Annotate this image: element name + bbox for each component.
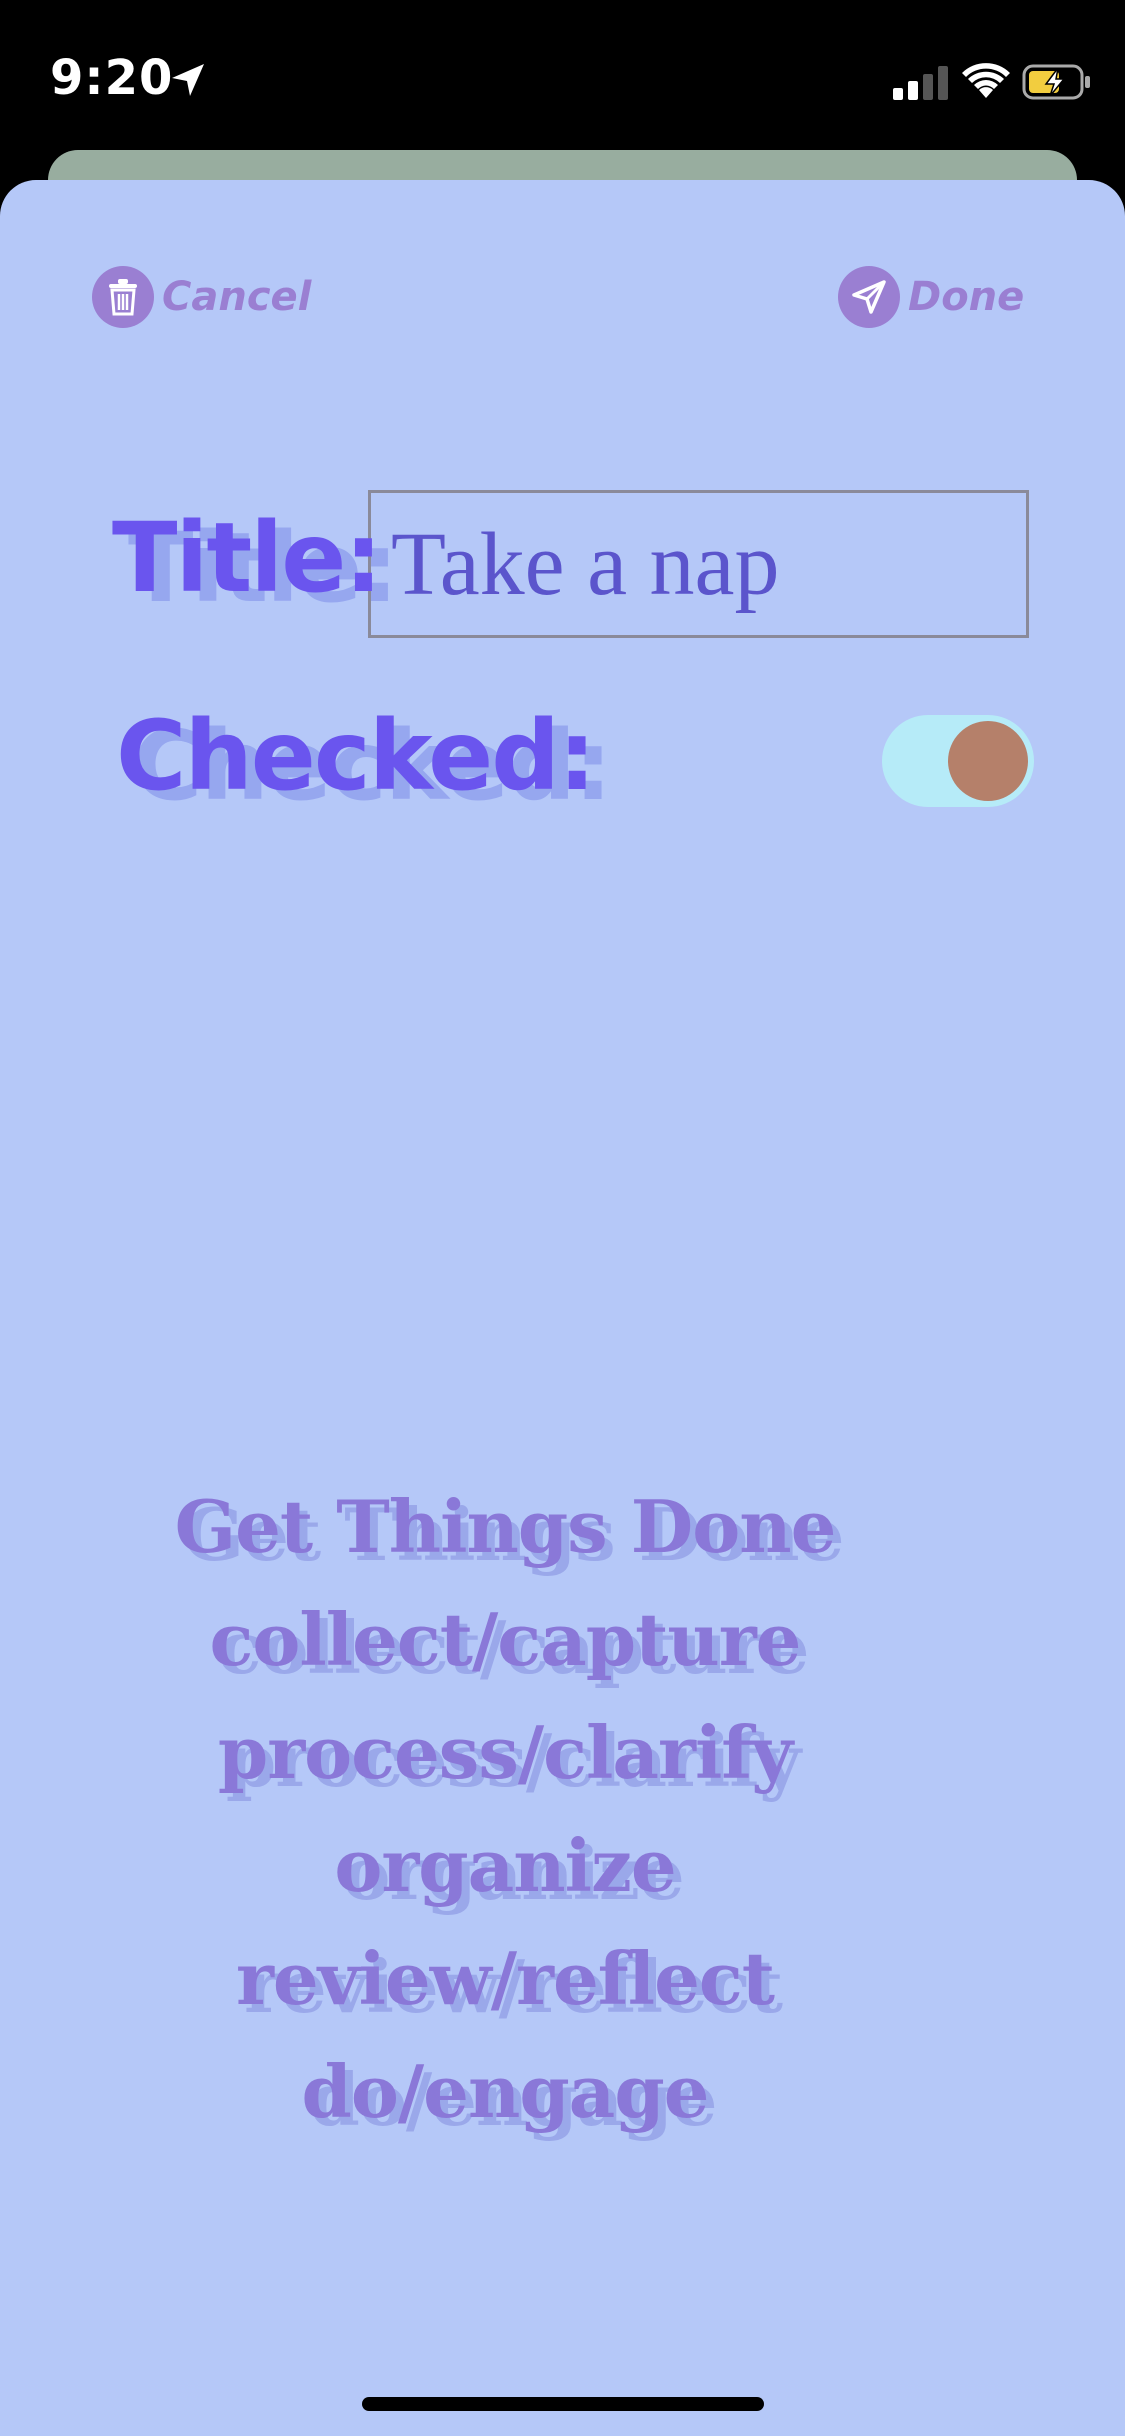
checked-toggle[interactable] <box>882 715 1034 807</box>
wifi-icon <box>962 63 1010 98</box>
trash-icon <box>92 266 154 328</box>
gtd-line: collect/capture <box>209 1597 802 1682</box>
status-time: 9:20 <box>50 50 174 106</box>
paper-plane-icon <box>838 266 900 328</box>
gtd-line: review/reflect <box>236 1936 775 2021</box>
gtd-line: do/engage <box>301 2049 710 2134</box>
title-label: Title: Title: <box>112 502 399 624</box>
cancel-label: Cancel <box>162 274 312 320</box>
checked-label: Checked: Checked: <box>116 700 612 822</box>
gtd-line: process/clarify <box>217 1710 793 1795</box>
gtd-line: organize <box>334 1823 676 1908</box>
done-label: Done <box>908 274 1025 320</box>
gtd-line: Get Things Done <box>174 1484 837 1569</box>
status-bar: 9:20 <box>0 0 1125 160</box>
title-input[interactable] <box>368 490 1029 638</box>
done-button[interactable]: Done <box>838 262 1024 332</box>
checked-label-text: Checked: <box>116 700 596 812</box>
location-arrow-icon <box>172 64 204 96</box>
edit-sheet: Cancel Done Title: Title: Checked: Check… <box>0 180 1125 2436</box>
battery-charging-icon <box>1022 64 1090 100</box>
cellular-signal-icon <box>893 66 948 100</box>
gtd-text-block: Get Things Done collect/capture process/… <box>0 1470 1010 2148</box>
title-label-text: Title: <box>112 502 383 614</box>
toggle-knob <box>948 721 1028 801</box>
home-indicator[interactable] <box>362 2397 764 2411</box>
cancel-button[interactable]: Cancel <box>92 262 311 332</box>
